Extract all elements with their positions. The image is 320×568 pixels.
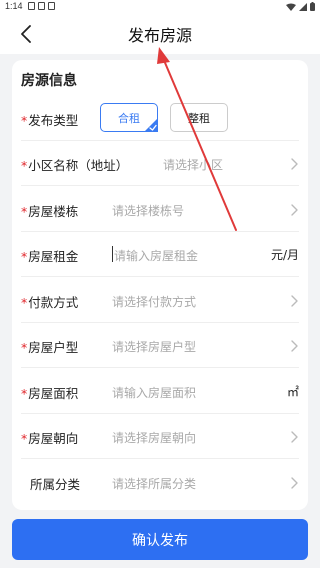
status-time: 1:14 [5,1,23,11]
field-label: *发布类型 [21,110,78,129]
select-field[interactable]: 请选择房屋户型 [112,338,196,355]
form-row-publish-type: *发布类型 [21,96,299,141]
select-field[interactable]: 请选择小区 [163,156,223,173]
notification-icon [38,2,45,10]
type-option-whole[interactable]: 整租 [170,103,228,132]
confirm-publish-button[interactable]: 确认发布 [12,519,308,560]
form-row[interactable]: *小区名称（地址） 请选择小区 [21,141,299,186]
nav-bar: 发布房源 [0,14,320,54]
required-mark: * [21,294,28,310]
field-label-text: 房屋朝向 [28,431,79,446]
select-field[interactable]: 请选择所属分类 [112,475,196,492]
section-title: 房源信息 [21,73,77,89]
chevron-right-icon [291,294,298,307]
chevron-right-icon [291,476,298,489]
unit-label: 元/月 [270,248,299,262]
field-label: *房屋朝向 [21,428,78,447]
type-option-shared[interactable]: 合租 [100,103,158,132]
text-input-field[interactable]: 请输入房屋面积 [112,384,196,401]
field-label-text: 房屋租金 [28,249,79,264]
confirm-publish-label: 确认发布 [132,532,188,549]
field-label: *房屋面积 [21,383,78,402]
field-label-text: 房屋户型 [28,340,79,355]
field-label: *房屋楼栋 [21,201,78,220]
field-label: *付款方式 [21,292,78,311]
form-row[interactable]: *房屋租金 请输入房屋租金 元/月 [21,232,299,277]
status-right-icons [286,2,315,11]
field-label: *房屋租金 [21,246,78,265]
required-mark: * [21,385,28,401]
field-label-text: 房屋面积 [28,385,79,401]
form-row[interactable]: *房屋楼栋 请选择楼栋号 [21,187,299,232]
form-row[interactable]: *房屋朝向 请选择房屋朝向 [21,414,299,459]
form-row[interactable]: *房屋户型 请选择房屋户型 [21,323,299,368]
page-title: 发布房源 [127,26,192,45]
required-mark: * [21,249,28,264]
checkmark-icon [144,118,158,132]
form-row[interactable]: *房屋面积 请输入房屋面积 ㎡ [21,369,299,414]
notification-icon [48,2,55,10]
chevron-right-icon [291,203,298,216]
form-card: 房源信息 *发布类型 *小区名称（地址） 请选择小区 *房屋楼栋 请选择楼栋号 *房屋租… [12,60,308,510]
chevron-right-icon [291,431,298,443]
select-field[interactable]: 请选择房屋朝向 [112,429,196,446]
form-row[interactable]: *付款方式 请选择付款方式 [21,278,299,323]
field-label-text: 小区名称（地址） [28,158,129,173]
type-option-label: 合租 [118,111,140,125]
battery-icon [310,2,315,11]
select-field[interactable]: 请选择付款方式 [112,293,196,310]
field-label: *小区名称（地址） [21,155,128,174]
required-mark: * [21,158,28,173]
status-bar: 1:14 [0,0,320,14]
text-input-field[interactable]: 请输入房屋租金 [114,247,198,264]
wifi-icon [286,3,296,11]
field-label-text: 付款方式 [28,294,79,310]
chevron-right-icon [291,158,298,170]
field-label-text: 房屋楼栋 [28,203,79,219]
field-label-text: 所属分类 [30,476,81,492]
required-mark: * [21,340,28,355]
text-cursor [112,246,113,262]
status-notification-icons [28,2,55,10]
field-label: 所属分类 [21,474,80,493]
form-row[interactable]: 所属分类 请选择所属分类 [21,460,299,505]
select-field[interactable]: 请选择楼栋号 [112,202,184,219]
notification-icon [28,2,35,10]
required-mark: * [21,431,28,446]
chevron-right-icon [291,340,298,352]
field-label-text: 发布类型 [28,113,79,128]
type-option-label: 整租 [188,111,210,125]
required-mark: * [21,203,28,219]
signal-icon [299,2,307,11]
unit-label: ㎡ [286,384,299,399]
field-label: *房屋户型 [21,337,78,356]
required-mark: * [21,113,28,128]
